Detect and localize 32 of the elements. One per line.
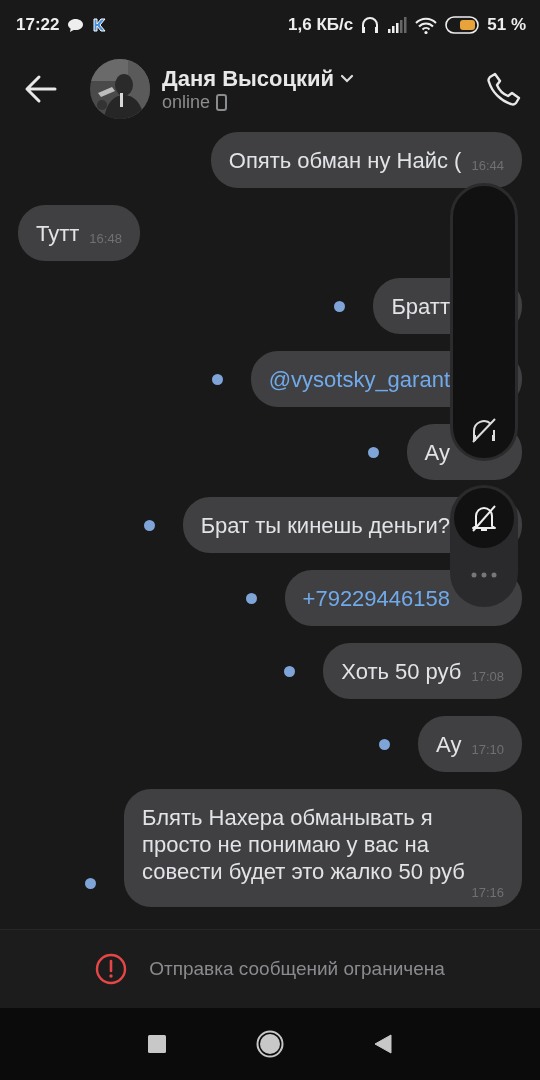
clock: 17:22 — [16, 15, 60, 35]
alert-icon — [95, 953, 128, 985]
more-dots-icon[interactable] — [471, 572, 497, 578]
mute-toggle[interactable] — [454, 488, 514, 548]
battery-icon — [445, 16, 480, 34]
chat-bubble-icon — [67, 17, 85, 33]
message-text: Ау — [436, 731, 462, 758]
wifi-icon — [415, 16, 438, 34]
volume-slider-panel[interactable] — [450, 183, 518, 461]
phone-device-icon — [216, 93, 228, 111]
message-link[interactable]: +79229446158 — [302, 585, 450, 612]
back-triangle-icon[interactable] — [374, 1034, 392, 1054]
phone-call-icon[interactable] — [486, 71, 522, 107]
message-text: Тутт — [36, 220, 80, 247]
message-text: Блять Нахера обманывать я просто не понимаю у вас на совести будет это жалко 50 руб — [142, 805, 465, 884]
app-notification-icon — [92, 18, 108, 32]
signal-icon — [387, 17, 408, 33]
restriction-notice: Отправка сообщений ограничена — [149, 958, 445, 980]
network-speed: 1,6 КБ/с — [288, 15, 354, 35]
headphones-icon — [361, 16, 380, 34]
message-text: Ау — [424, 439, 450, 466]
contact-name[interactable]: Даня Высоцкий — [162, 65, 335, 92]
message-link[interactable]: @vysotsky_garant — [268, 366, 450, 393]
message-text: Опять обман ну Найс ( — [228, 147, 462, 174]
message-text: Хоть 50 руб — [341, 658, 462, 685]
message-text: Братт — [391, 293, 450, 320]
online-status: online — [162, 91, 211, 113]
battery-percent: 51 % — [487, 15, 526, 35]
message-text: Брат ты кинешь деньги? — [200, 512, 450, 539]
chevron-down-icon[interactable] — [340, 74, 355, 83]
bell-off-icon — [470, 503, 498, 533]
home-icon[interactable] — [256, 1030, 284, 1058]
